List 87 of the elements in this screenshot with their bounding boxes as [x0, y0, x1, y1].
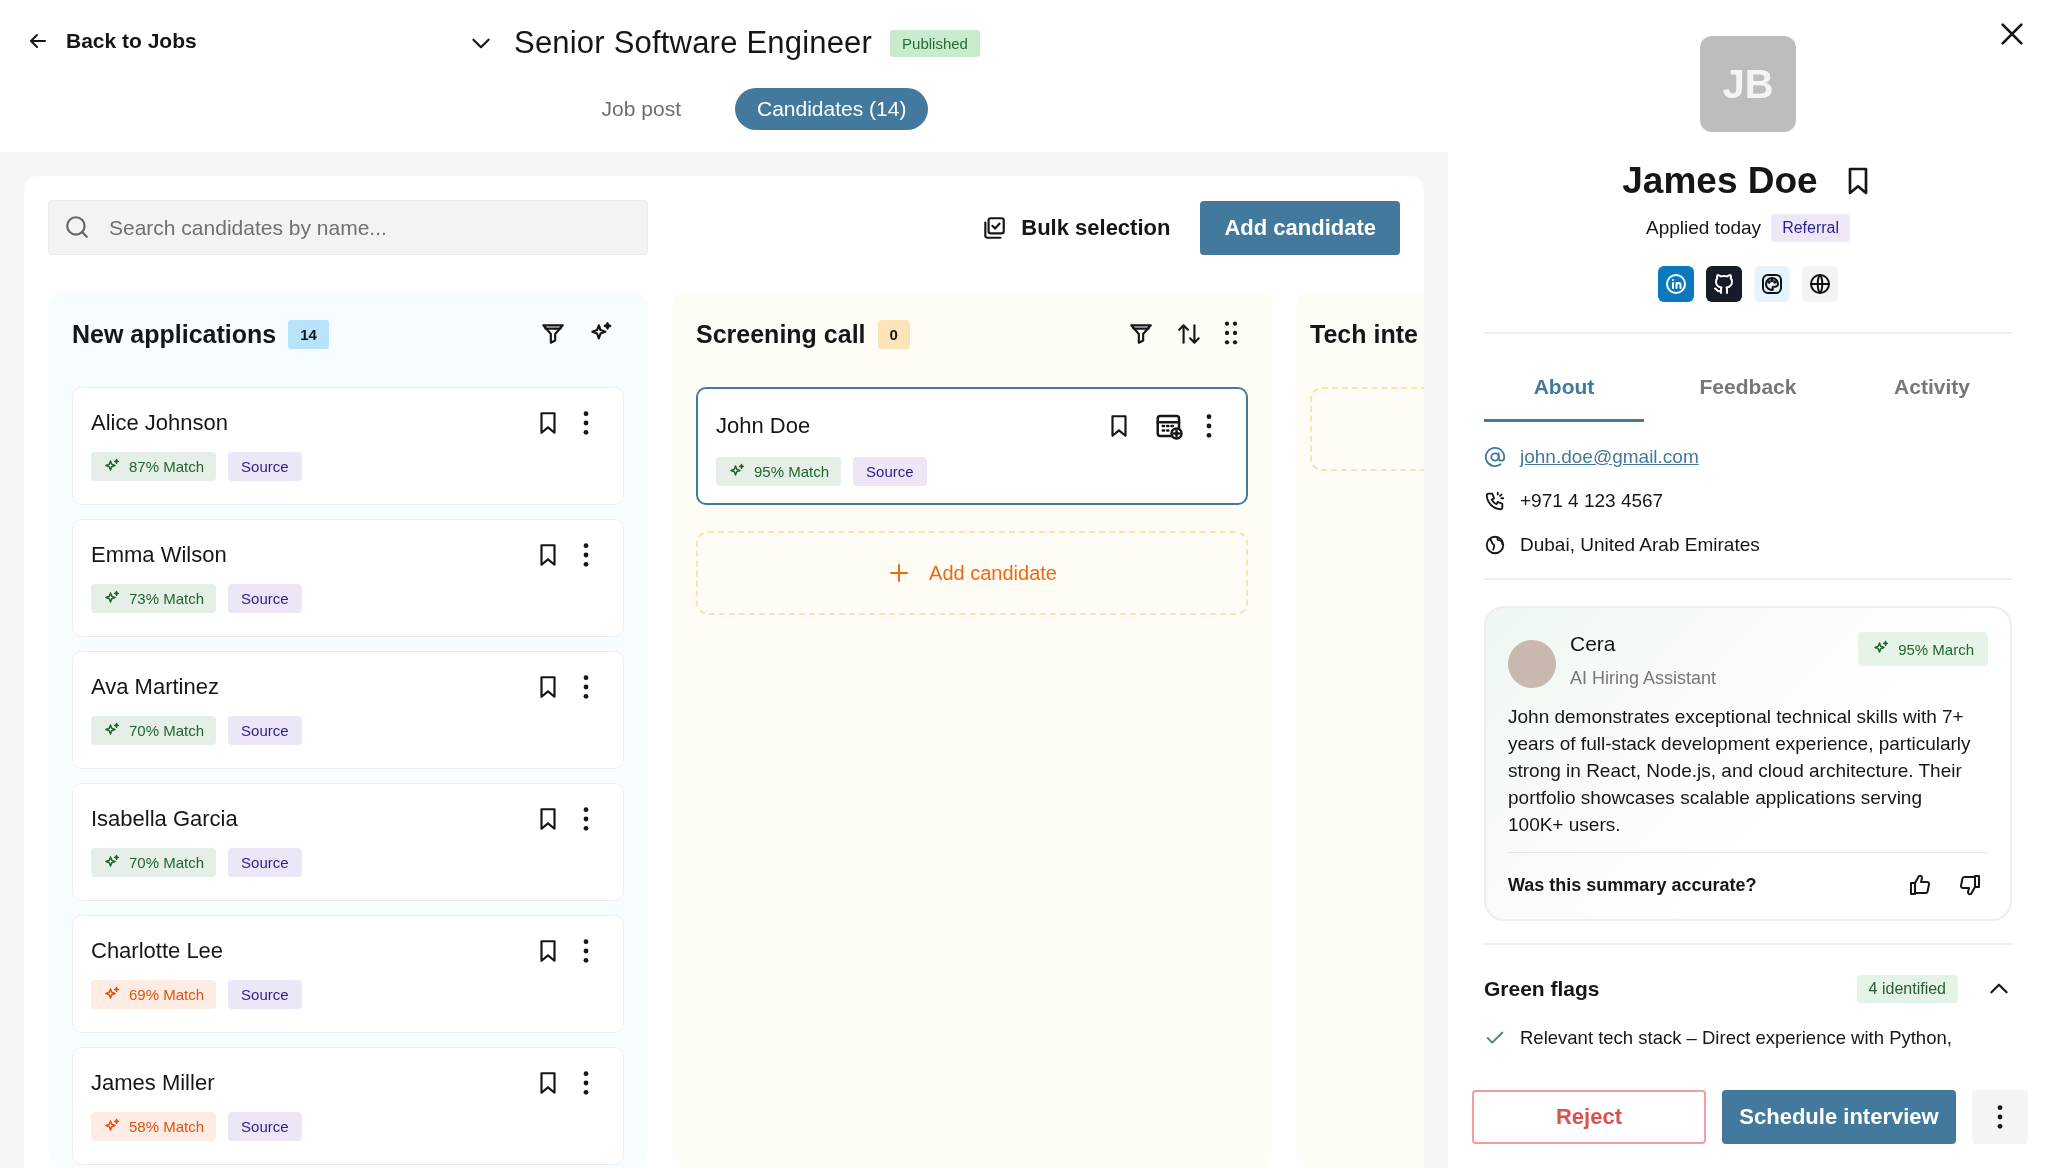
assistant-name: Cera — [1570, 632, 1617, 656]
column-title: Screening call — [696, 319, 866, 349]
match-badge: 69% Match — [91, 980, 217, 1009]
count-badge: 14 — [288, 319, 329, 349]
location-text: Dubai, United Arab Emirates — [1520, 534, 1760, 556]
add-candidate-button[interactable]: Add candidate — [1200, 200, 1400, 255]
candidate-card[interactable]: James Miller 58% Match Source — [72, 1047, 624, 1165]
more-icon[interactable] — [583, 675, 589, 699]
reject-button[interactable]: Reject — [1472, 1090, 1706, 1144]
summary-text: John demonstrates exceptional technical skills with 7+ years of full-stack development experience, particularly strong in React, Node.js, and cloud architecture. Their portfolio showcases scalable applications serving 100K+ users. — [1508, 705, 1972, 837]
candidate-name: Charlotte Lee — [91, 938, 224, 964]
search-field[interactable]: Search candidates by name... — [48, 200, 648, 255]
match-badge: 70% Match — [91, 716, 217, 745]
phone-text: +971 4 123 4567 — [1520, 490, 1664, 512]
match-badge: 58% Match — [91, 1112, 217, 1141]
flag-text: Relevant tech stack – Direct experience with Python, — [1520, 1027, 1952, 1049]
match-badge: 95% Match — [716, 457, 842, 486]
match-badge: 87% Match — [91, 452, 217, 481]
more-icon[interactable] — [1206, 414, 1212, 438]
source-tag: Source — [228, 452, 302, 481]
more-icon[interactable] — [583, 543, 589, 567]
profile-link-button[interactable] — [1802, 266, 1838, 302]
match-badge: 73% Match — [91, 584, 217, 613]
github-icon — [1712, 272, 1736, 296]
source-tag: Source — [228, 1112, 302, 1141]
filter-icon[interactable] — [1128, 321, 1154, 347]
phone-icon — [1484, 490, 1506, 512]
back-button[interactable]: Back to Jobs — [26, 29, 197, 53]
more-icon[interactable] — [583, 411, 589, 435]
tab[interactable]: Job post — [579, 88, 703, 130]
candidate-card[interactable]: Alice Johnson 87% Match Source — [72, 387, 624, 505]
source-tag: Source — [228, 980, 302, 1009]
candidate-card[interactable]: Isabella Garcia 70% Match Source — [72, 783, 624, 901]
profile-link-button[interactable] — [1754, 266, 1790, 302]
profile-link-button[interactable] — [1706, 266, 1742, 302]
candidate-name: Isabella Garcia — [91, 806, 238, 832]
email-link[interactable]: john.doe@gmail.com — [1520, 446, 1699, 468]
candidate-card[interactable]: John Doe 95% Match Source — [696, 387, 1248, 505]
linkedin-icon — [1664, 272, 1688, 296]
at-sign-icon — [1484, 446, 1506, 468]
section-title: Green flags — [1484, 977, 1600, 1001]
candidate-name: James Doe — [1622, 160, 1818, 202]
source-tag: Source — [228, 848, 302, 877]
thumbs-down-icon[interactable] — [1958, 873, 1982, 897]
candidate-card[interactable]: Ava Martinez 70% Match Source — [72, 651, 624, 769]
globe-pin-icon — [1484, 534, 1506, 556]
source-tag: Referral — [1771, 214, 1851, 242]
tab[interactable]: Feedback — [1668, 368, 1828, 422]
assistant-role: AI Hiring Assistant — [1570, 668, 1717, 689]
candidate-name: Emma Wilson — [91, 542, 227, 568]
candidate-name: James Miller — [91, 1070, 215, 1096]
thumbs-up-icon[interactable] — [1908, 873, 1932, 897]
match-badge: 70% Match — [91, 848, 217, 877]
column-title: New applications — [72, 319, 277, 349]
tab[interactable]: Activity — [1852, 368, 2012, 422]
candidate-card[interactable]: Emma Wilson 73% Match Source — [72, 519, 624, 637]
sort-icon[interactable] — [1176, 321, 1202, 347]
add-candidate-button[interactable]: Add candidate — [696, 531, 1248, 615]
feedback-question: Was this summary accurate? — [1508, 874, 1757, 896]
candidate-name: Alice Johnson — [91, 410, 228, 436]
avatar-placeholder — [1508, 640, 1556, 688]
candidate-card[interactable]: Charlotte Lee 69% Match Source — [72, 915, 624, 1033]
more-icon[interactable] — [583, 807, 589, 831]
schedule-interview-button[interactable]: Schedule interview — [1722, 1090, 1956, 1144]
match-badge: 95% March — [1858, 632, 1988, 666]
source-tag: Source — [228, 584, 302, 613]
source-tag: Source — [853, 457, 927, 486]
tab[interactable]: About — [1484, 368, 1644, 422]
stacked-checkbox-icon — [981, 214, 1008, 241]
globe-icon — [1808, 272, 1832, 296]
grip-icon[interactable] — [1224, 321, 1238, 345]
candidate-name: John Doe — [716, 413, 811, 439]
status-badge: Published — [890, 29, 980, 57]
job-title: Senior Software Engineer — [514, 25, 873, 61]
source-tag: Source — [228, 716, 302, 745]
candidate-name: Ava Martinez — [91, 674, 219, 700]
tab[interactable]: Candidates (14) — [735, 88, 929, 130]
count-badge: 4 identified — [1856, 975, 1958, 1003]
column-title: Tech inte — [1310, 319, 1418, 349]
more-icon[interactable] — [583, 1071, 589, 1095]
more-icon — [1997, 1105, 2003, 1129]
count-badge: 0 — [877, 319, 910, 349]
applied-date: Applied today — [1645, 217, 1762, 239]
more-icon[interactable] — [583, 939, 589, 963]
palette-icon — [1760, 272, 1784, 296]
filter-icon[interactable] — [540, 321, 566, 347]
bulk-selection-button[interactable]: Bulk selection — [981, 214, 1171, 241]
